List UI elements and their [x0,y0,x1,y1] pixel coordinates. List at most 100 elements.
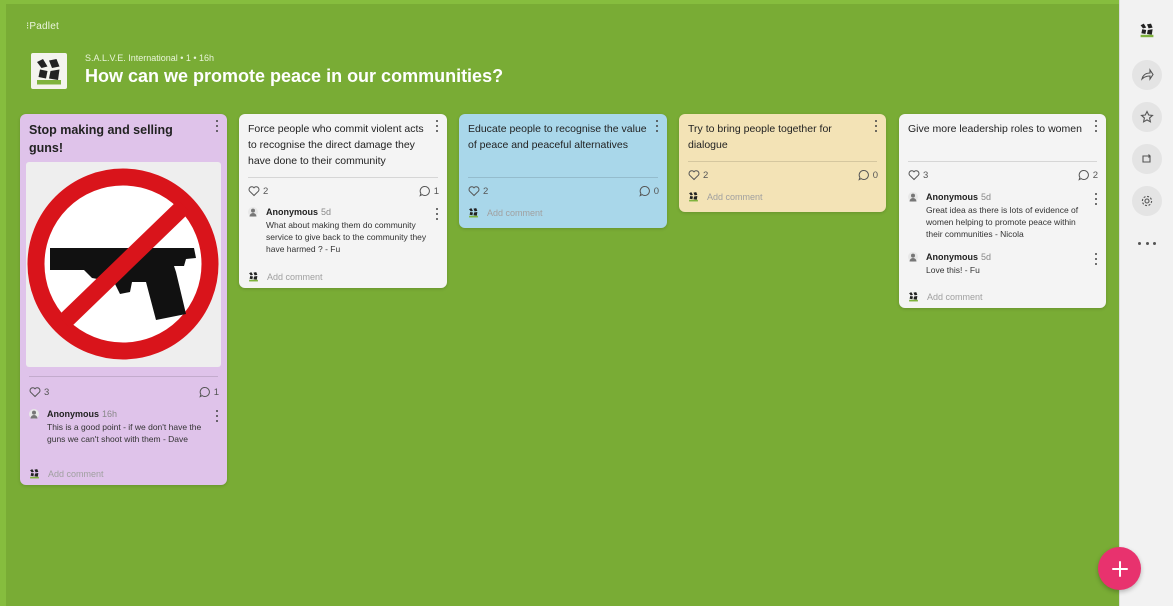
comment-body: Great idea as there is lots of evidence … [926,205,1079,239]
like-count: 3 [923,169,929,181]
comment-time: 5d [321,207,332,217]
comment-body: Love this! - Fu [926,265,980,275]
comment-count: 0 [653,185,659,197]
right-sidebar [1119,0,1173,606]
plus-icon [1111,560,1128,577]
comment-time: 5d [981,192,992,202]
comment-menu-icon[interactable] [1093,193,1099,205]
comment-body: What about making them do community serv… [266,220,427,254]
comment-item: Anonymous 5d What about making them do co… [248,207,440,257]
add-comment-field[interactable]: Add comment [908,291,983,302]
user-logo-icon [908,291,919,302]
avatar-icon [908,192,918,202]
post-card[interactable]: Give more leadership roles to women 3 2 … [899,114,1106,308]
comment-menu-icon[interactable] [434,208,440,220]
gear-icon [1141,195,1153,207]
comment-count: 0 [872,169,878,181]
comment-bubble-icon [639,185,651,197]
post-text: Give more leadership roles to women [908,123,1082,135]
like-count: 2 [483,185,489,197]
salve-logo-icon [34,56,64,86]
post-divider [908,161,1097,162]
post-menu-icon[interactable] [214,120,220,132]
add-comment-placeholder: Add comment [487,207,543,218]
post-menu-icon[interactable] [654,120,660,132]
profile-icon[interactable] [1139,22,1155,38]
comment-item: Anonymous 16h This is a good point - if w… [29,409,220,455]
post-card[interactable]: Stop making and selling guns! 3 1 Anonym… [20,114,227,485]
like-button[interactable]: 2 [248,185,268,197]
board-meta: S.A.L.V.E. International • 1 • 16h [85,53,215,63]
comment-author: Anonymous [926,192,979,202]
comment-author: Anonymous [266,207,319,217]
share-button[interactable] [1132,60,1162,90]
post-text: Force people who commit violent acts to … [248,123,424,167]
comment-menu-icon[interactable] [214,410,220,422]
comment-item: Anonymous 5d Love this! - Fu [908,252,1099,278]
heart-icon [688,169,700,181]
board-title: How can we promote peace in our communit… [85,66,504,86]
post-menu-icon[interactable] [434,120,440,132]
comment-count-button[interactable]: 2 [1078,169,1098,181]
post-divider [688,161,877,162]
comment-count: 2 [1092,169,1098,181]
add-comment-field[interactable]: Add comment [29,468,104,479]
comment-body: This is a good point - if we don't have … [47,422,202,444]
avatar-icon [248,207,258,217]
comment-avatar [908,252,918,262]
comment-count: 1 [433,185,439,197]
avatar-icon [908,252,918,262]
add-post-button[interactable] [1098,547,1141,590]
post-card[interactable]: Try to bring people together for dialogu… [679,114,886,212]
comment-time: 5d [981,252,992,262]
comment-avatar [248,207,258,217]
heart-icon [468,185,480,197]
no-guns-sign-icon [27,168,219,360]
post-menu-icon[interactable] [873,120,879,132]
comment-author: Anonymous [47,409,100,419]
comment-author: Anonymous [926,252,979,262]
comment-bubble-icon [858,169,870,181]
post-card[interactable]: Force people who commit violent acts to … [239,114,447,288]
heart-icon [908,169,920,181]
comment-bubble-icon [419,185,431,197]
favorite-button[interactable] [1132,102,1162,132]
user-logo-icon [688,191,699,202]
post-image[interactable] [26,162,221,367]
user-logo-icon [468,207,479,218]
add-comment-field[interactable]: Add comment [468,207,543,218]
like-count: 3 [44,386,50,398]
heart-icon [248,185,260,197]
post-divider [248,177,438,178]
like-button[interactable]: 3 [908,169,928,181]
like-count: 2 [263,185,269,197]
padlet-logo[interactable]: ⁝Padlet [26,21,59,32]
remake-button[interactable] [1132,144,1162,174]
more-icon[interactable] [1138,238,1156,248]
add-comment-field[interactable]: Add comment [688,191,763,202]
like-button[interactable]: 2 [468,185,488,197]
comment-time: 16h [102,409,118,419]
post-text: Try to bring people together for dialogu… [688,123,832,151]
comment-count-button[interactable]: 1 [419,185,439,197]
add-comment-field[interactable]: Add comment [248,271,323,282]
post-menu-icon[interactable] [1093,120,1099,132]
post-divider [468,177,658,178]
like-count: 2 [703,169,709,181]
comment-avatar [29,409,39,419]
comment-count-button[interactable]: 0 [639,185,659,197]
like-button[interactable]: 3 [29,386,49,398]
comment-count-button[interactable]: 0 [858,169,878,181]
comment-bubble-icon [1078,169,1090,181]
post-divider [29,376,218,377]
settings-button[interactable] [1132,186,1162,216]
post-text: Stop making and selling guns! [29,123,173,155]
comment-count-button[interactable]: 1 [199,386,219,398]
board-avatar [31,53,67,89]
add-comment-placeholder: Add comment [48,468,104,479]
comment-menu-icon[interactable] [1093,253,1099,265]
remake-icon [1142,154,1151,163]
star-icon [1140,110,1154,123]
like-button[interactable]: 2 [688,169,708,181]
post-card[interactable]: Educate people to recognise the value of… [459,114,667,228]
